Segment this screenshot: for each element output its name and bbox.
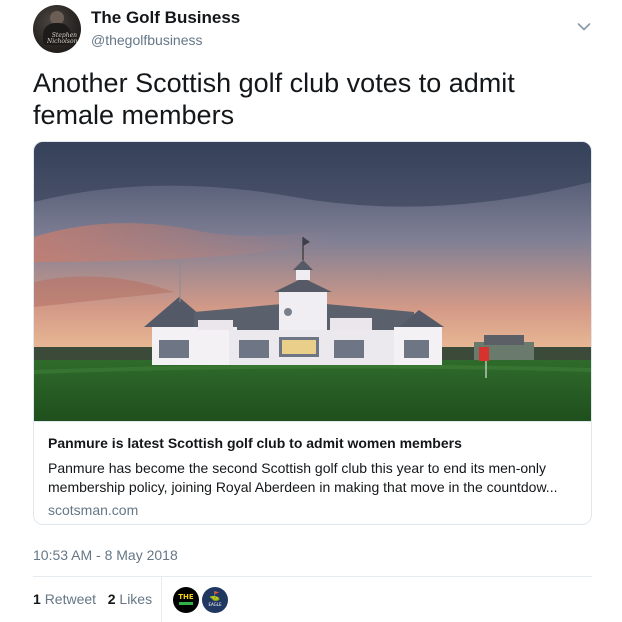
card-title[interactable]: Panmure is latest Scottish golf club to … [48, 435, 578, 451]
author-avatar[interactable]: Stephen Nicholson [33, 5, 81, 53]
tweet-stats: 1 Retweet 2 Likes [33, 591, 152, 607]
author-handle[interactable]: @thegolfbusiness [91, 32, 203, 48]
retweet-count: 1 [33, 591, 41, 607]
card-body[interactable]: Panmure is latest Scottish golf club to … [34, 421, 591, 524]
liker-avatar-text: THE [178, 593, 194, 601]
retweet-stat[interactable]: 1 Retweet [33, 591, 96, 607]
liker-avatar-text: EAGLE [208, 602, 222, 607]
card-image[interactable] [34, 142, 591, 421]
liker-avatar-bar [179, 602, 193, 605]
tweet-timestamp[interactable]: 10:53 AM - 8 May 2018 [33, 547, 178, 563]
chevron-down-icon[interactable] [577, 22, 591, 32]
golf-flag-icon: ⛳ [209, 591, 221, 601]
liker-avatar-eagle[interactable]: ⛳ EAGLE [202, 587, 228, 613]
tweet-text: Another Scottish golf club votes to admi… [33, 68, 515, 130]
author-display-name[interactable]: The Golf Business [91, 8, 240, 28]
like-label: Likes [119, 591, 153, 607]
retweet-label: Retweet [44, 591, 97, 607]
card-description: Panmure has become the second Scottish g… [48, 460, 558, 495]
link-card[interactable]: Panmure is latest Scottish golf club to … [33, 141, 592, 525]
tweet: Stephen Nicholson The Golf Business @theg… [0, 0, 622, 622]
card-domain[interactable]: scotsman.com [48, 502, 138, 518]
liker-avatar-the-golf-business[interactable]: THE [173, 587, 199, 613]
like-stat[interactable]: 2 Likes [108, 591, 152, 607]
avatar-signature: Stephen Nicholson [47, 32, 78, 45]
stats-separator [161, 577, 162, 622]
like-count: 2 [107, 591, 116, 607]
divider [33, 576, 592, 577]
